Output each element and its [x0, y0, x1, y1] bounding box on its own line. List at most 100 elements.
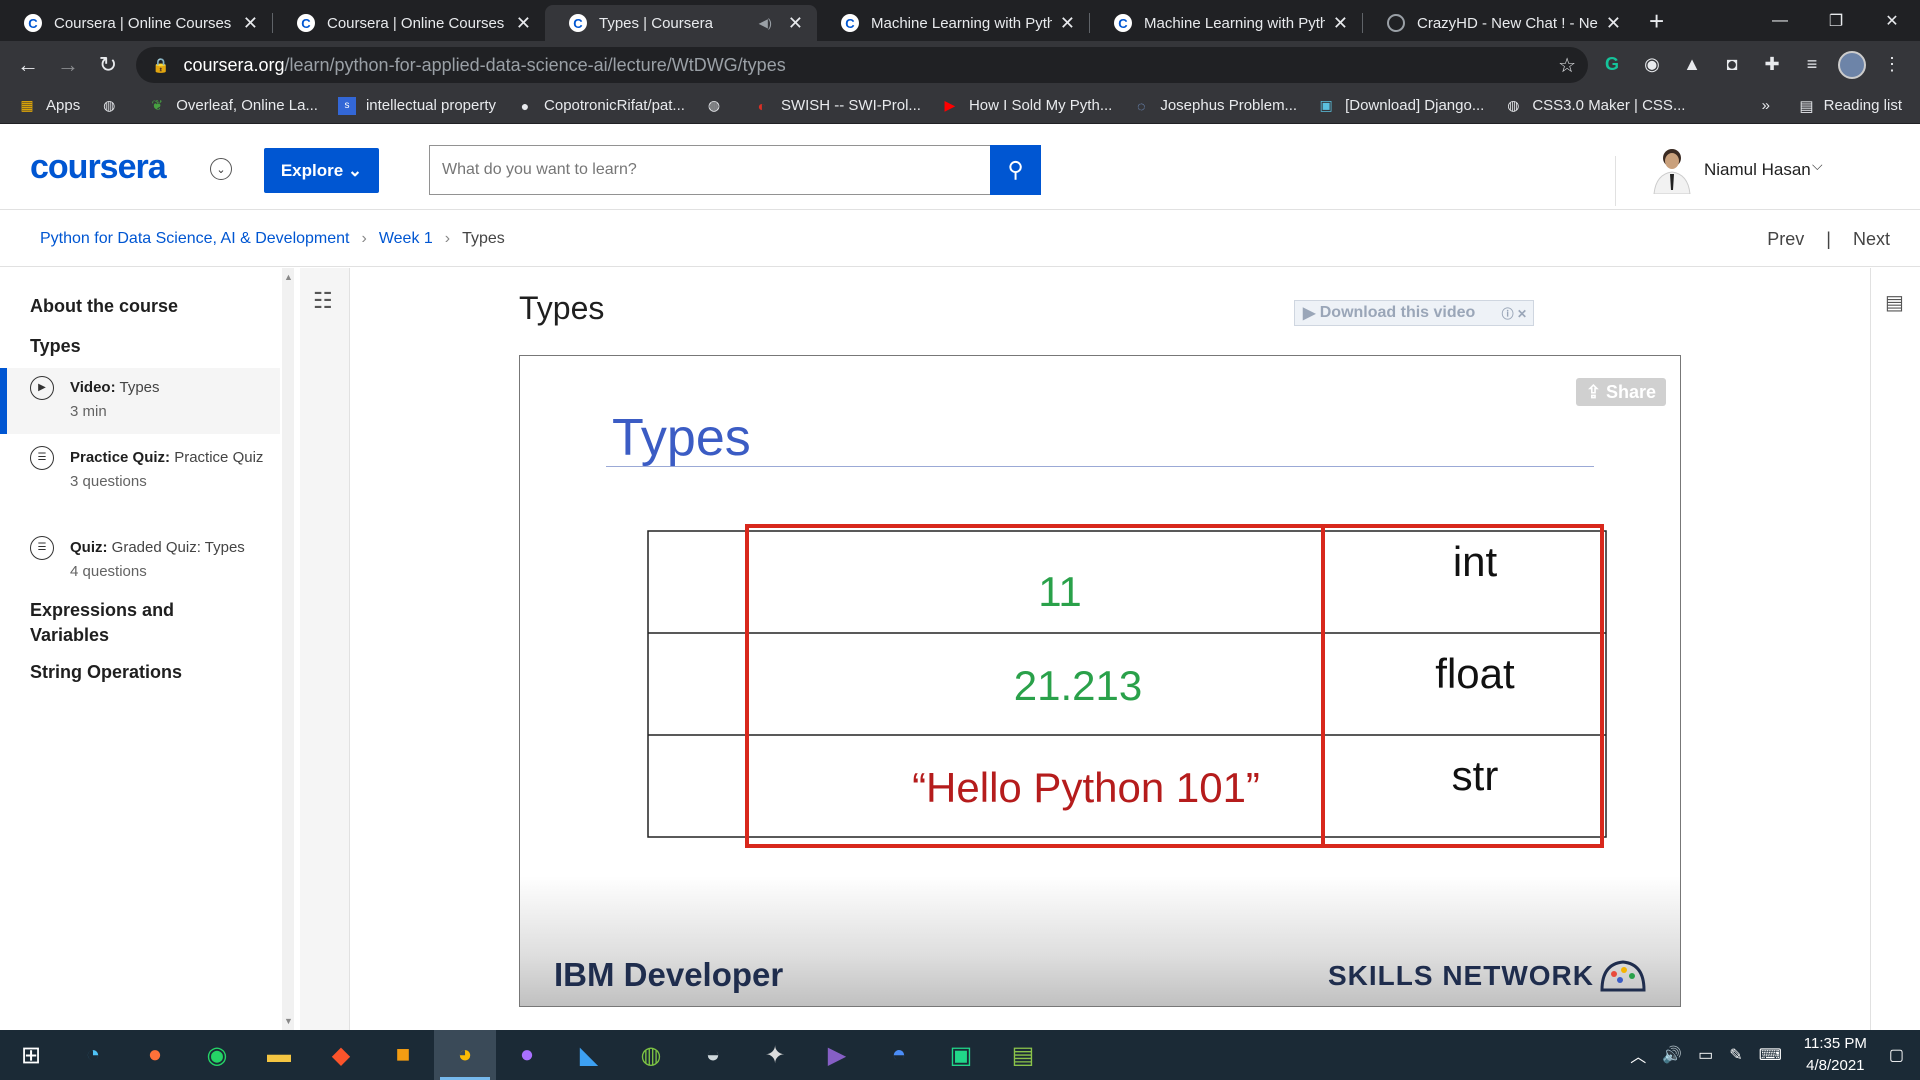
- close-tab-icon[interactable]: ✕: [1606, 13, 1621, 34]
- sidebar-section-title[interactable]: Types: [30, 336, 81, 357]
- search-input[interactable]: What do you want to learn?: [429, 145, 991, 195]
- notepad-icon[interactable]: ▤: [992, 1030, 1054, 1080]
- extension-icon[interactable]: ▲: [1672, 54, 1712, 75]
- chrome-icon[interactable]: ◕: [434, 1030, 496, 1080]
- whatsapp-icon[interactable]: ◉: [186, 1030, 248, 1080]
- sidebar-scrollbar[interactable]: ▲ ▼: [282, 268, 294, 1030]
- coursera-logo[interactable]: coursera: [30, 148, 167, 187]
- chevron-down-icon[interactable]: ⌄: [210, 158, 232, 180]
- sidebar-item-graded-quiz[interactable]: ☰ Quiz: Graded Quiz: Types 4 questions: [0, 532, 280, 584]
- back-arrow-icon[interactable]: ←: [8, 45, 48, 85]
- item-title: Graded Quiz: Types: [111, 539, 245, 556]
- bookmark-star-icon[interactable]: ☆: [1558, 53, 1576, 78]
- forward-arrow-icon[interactable]: →: [48, 45, 88, 85]
- avatar[interactable]: [1650, 144, 1694, 194]
- grammarly-icon[interactable]: G: [1592, 54, 1632, 75]
- firefox-icon[interactable]: ●: [124, 1030, 186, 1080]
- brave-icon[interactable]: ◆: [310, 1030, 372, 1080]
- search-ring-icon[interactable]: ◔: [62, 1030, 124, 1080]
- tab-title: CrazyHD - New Chat ! - New: [1417, 14, 1598, 32]
- sidebar-about-link[interactable]: About the course: [30, 296, 178, 317]
- github-desktop-icon[interactable]: ●: [496, 1030, 558, 1080]
- minimize-icon[interactable]: —: [1752, 0, 1808, 41]
- browser-tab[interactable]: CrazyHD - New Chat ! - New ✕: [1363, 5, 1635, 41]
- window-close-icon[interactable]: ✕: [1864, 0, 1920, 41]
- pen-icon[interactable]: ✎: [1729, 1045, 1742, 1065]
- close-tab-icon[interactable]: ✕: [788, 13, 803, 34]
- close-tab-icon[interactable]: ✕: [1060, 13, 1075, 34]
- bookmark-josephus[interactable]: ◌ Josephus Problem...: [1132, 97, 1297, 115]
- close-tab-icon[interactable]: ✕: [243, 13, 258, 34]
- vscode-icon[interactable]: ◣: [558, 1030, 620, 1080]
- profile-avatar[interactable]: [1832, 50, 1872, 79]
- list-toggle-icon[interactable]: ☷: [313, 288, 333, 314]
- photo-app-icon[interactable]: ■: [372, 1030, 434, 1080]
- file-explorer-icon[interactable]: ▬: [248, 1030, 310, 1080]
- volume-icon[interactable]: 🔊: [1662, 1045, 1682, 1065]
- browser-tab[interactable]: C Machine Learning with Pytho ✕: [817, 5, 1089, 41]
- close-icon[interactable]: ⓘ ✕: [1502, 305, 1527, 322]
- network-icon[interactable]: ▭: [1698, 1045, 1713, 1065]
- browser-tab-active[interactable]: C Types | Coursera ◀) ✕: [545, 5, 817, 41]
- quiz-icon: ☰: [30, 536, 54, 560]
- browser-tab[interactable]: C Coursera | Online Courses & C ✕: [0, 5, 272, 41]
- bookmark-django[interactable]: ▣ [Download] Django...: [1317, 97, 1484, 115]
- breadcrumb-week-link[interactable]: Week 1: [379, 230, 433, 248]
- user-name[interactable]: Niamul Hasan: [1704, 160, 1811, 180]
- browser-tab[interactable]: C Machine Learning with Pytho ✕: [1090, 5, 1362, 41]
- bookmark-apps[interactable]: ▦ Apps: [18, 97, 80, 115]
- chevron-down-icon[interactable]: ⌵: [1812, 157, 1823, 174]
- restore-icon[interactable]: ❐: [1808, 0, 1864, 41]
- messenger-icon[interactable]: ◓: [868, 1030, 930, 1080]
- video-player[interactable]: ⇪ Share Types 11 int 21.213 float “Hello Pyt…: [519, 355, 1681, 1007]
- prev-link[interactable]: Prev: [1767, 229, 1804, 250]
- reload-icon[interactable]: ↻: [88, 45, 128, 85]
- download-video-button[interactable]: ▶ Download this video ⓘ ✕: [1294, 300, 1534, 326]
- explore-button[interactable]: Explore ⌄: [264, 148, 379, 193]
- wireshark-icon[interactable]: ◒: [682, 1030, 744, 1080]
- sidebar-item-practice-quiz[interactable]: ☰ Practice Quiz: Practice Quiz 3 questio…: [0, 442, 280, 494]
- bookmark-overleaf[interactable]: ❦ Overleaf, Online La...: [148, 97, 318, 115]
- bookmark-css3[interactable]: ◍ CSS3.0 Maker | CSS...: [1504, 97, 1685, 115]
- sidebar-item-video-types[interactable]: ▶ Video: Types 3 min: [0, 368, 280, 434]
- pycharm-icon[interactable]: ▣: [930, 1030, 992, 1080]
- browser-tab[interactable]: C Coursera | Online Courses & C ✕: [273, 5, 545, 41]
- eclipse-icon[interactable]: ✦: [744, 1030, 806, 1080]
- globe-app-icon[interactable]: ◍: [620, 1030, 682, 1080]
- reading-list-button[interactable]: ▤ Reading list: [1799, 97, 1902, 115]
- keyboard-icon[interactable]: ⌨: [1759, 1045, 1782, 1065]
- sidebar-section-expressions[interactable]: Expressions and Variables: [30, 598, 230, 648]
- media-queue-icon[interactable]: ≡: [1792, 54, 1832, 75]
- coursera-favicon: C: [24, 14, 42, 32]
- address-bar[interactable]: 🔒 coursera.org/learn/python-for-applied-…: [136, 47, 1588, 83]
- chevron-up-icon[interactable]: ︿: [1630, 1043, 1646, 1067]
- new-tab-icon[interactable]: +: [1649, 6, 1664, 37]
- lock-icon[interactable]: 🔒: [152, 57, 169, 74]
- tab-title: Types | Coursera: [599, 14, 713, 32]
- close-tab-icon[interactable]: ✕: [516, 13, 531, 34]
- menu-icon[interactable]: ⋮: [1872, 54, 1912, 75]
- next-link[interactable]: Next: [1853, 229, 1890, 250]
- extension-icon[interactable]: ◉: [1632, 54, 1672, 75]
- visual-studio-icon[interactable]: ▶: [806, 1030, 868, 1080]
- bookmarks-overflow-icon[interactable]: »: [1762, 97, 1770, 114]
- bookmark-youtube[interactable]: ▶ How I Sold My Pyth...: [941, 97, 1113, 115]
- search-button[interactable]: ⚲: [990, 145, 1041, 195]
- speaker-icon[interactable]: ◀): [759, 16, 772, 30]
- bookmark-intellectual-property[interactable]: s intellectual property: [337, 96, 496, 115]
- sidebar-section-strings[interactable]: String Operations: [30, 662, 182, 683]
- bookmark-globe[interactable]: ◍: [705, 97, 733, 115]
- clock[interactable]: 11:35 PM 4/8/2021: [1804, 1033, 1867, 1077]
- bookmark-swish[interactable]: ◐ SWISH -- SWI-Prol...: [753, 97, 921, 115]
- bookmark-github[interactable]: ● CopotronicRifat/pat...: [516, 97, 685, 115]
- reading-list-icon: ▤: [1799, 97, 1814, 115]
- puzzle-icon[interactable]: ✚: [1752, 54, 1792, 75]
- notes-icon[interactable]: ▤: [1885, 290, 1904, 315]
- notifications-icon[interactable]: ▢: [1889, 1045, 1904, 1065]
- close-tab-icon[interactable]: ✕: [1333, 13, 1348, 34]
- breadcrumb-course-link[interactable]: Python for Data Science, AI & Developmen…: [40, 230, 350, 248]
- windows-start-icon[interactable]: ⊞: [0, 1030, 62, 1080]
- bookmark-globe[interactable]: ◍: [100, 97, 128, 115]
- system-tray: ︿ 🔊 ▭ ✎ ⌨ 11:35 PM 4/8/2021 ▢: [1622, 1030, 1920, 1080]
- camera-icon[interactable]: ◘: [1712, 54, 1752, 75]
